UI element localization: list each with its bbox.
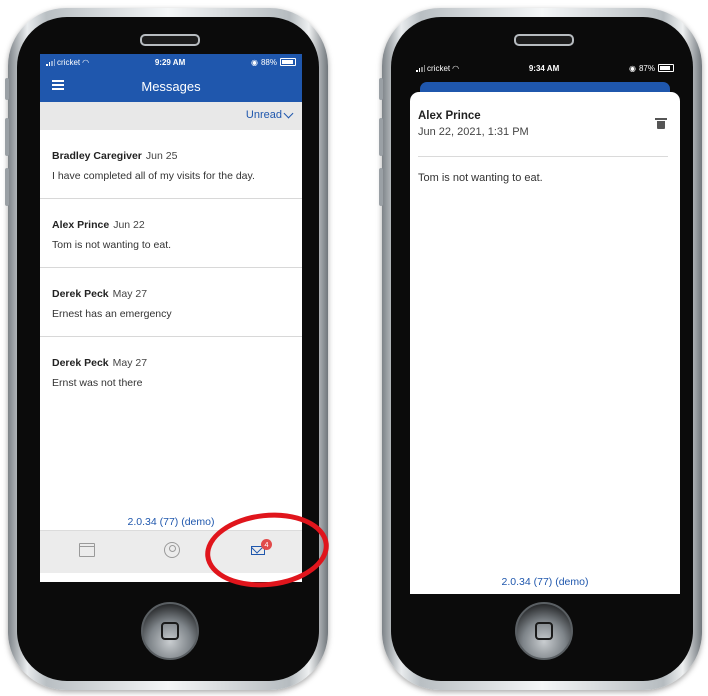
message-preview: Ernest has an emergency <box>52 308 172 320</box>
filter-bar: Unread <box>40 102 302 130</box>
battery-percent: 88% <box>260 57 277 67</box>
status-time: 9:29 AM <box>154 57 186 67</box>
home-button[interactable] <box>141 602 199 660</box>
phone-side-button <box>379 78 383 100</box>
message-preview: Ernst was not there <box>52 377 143 389</box>
message-sender: Derek Peck <box>52 357 109 369</box>
battery-percent: 87% <box>638 63 655 73</box>
wifi-icon: ◠ <box>82 57 90 67</box>
signal-icon <box>46 58 55 66</box>
message-preview: Tom is not wanting to eat. <box>52 239 172 251</box>
message-sender: Bradley Caregiver <box>52 150 142 162</box>
profile-icon <box>164 542 180 558</box>
phone-side-button <box>5 118 9 156</box>
app-version: 2.0.34 (77) (demo) <box>501 576 589 588</box>
alarm-icon: ◉ <box>251 57 258 67</box>
home-square-icon <box>535 622 553 640</box>
menu-icon[interactable] <box>52 80 64 90</box>
screen-left: cricket ◠ 9:29 AM ◉ 88% Messages Unread … <box>40 54 302 582</box>
message-item[interactable]: Bradley Caregiver Jun 25 I have completed… <box>40 130 302 199</box>
status-time: 9:34 AM <box>528 63 560 73</box>
page-title: Messages <box>141 78 201 94</box>
battery-icon <box>280 58 296 66</box>
home-button[interactable] <box>515 602 573 660</box>
phone-side-button <box>379 118 383 156</box>
message-item[interactable]: Derek Peck May 27 Ernest has an emergency <box>40 268 302 337</box>
status-bar: cricket ◠ 9:29 AM ◉ 88% <box>40 54 302 70</box>
detail-body: Tom is not wanting to eat. <box>418 172 543 184</box>
message-preview: I have completed all of my visits for th… <box>52 170 255 182</box>
tab-schedule[interactable] <box>75 539 97 561</box>
wifi-icon: ◠ <box>452 63 460 73</box>
status-bar: cricket ◠ 9:34 AM ◉ 87% <box>410 60 680 76</box>
signal-icon <box>416 64 425 72</box>
message-sender: Alex Prince <box>52 219 110 231</box>
message-date: May 27 <box>112 357 148 369</box>
message-sender: Derek Peck <box>52 288 109 300</box>
message-date: Jun 22 <box>113 219 145 231</box>
message-date: Jun 25 <box>145 150 178 162</box>
home-square-icon <box>161 622 179 640</box>
message-item[interactable]: Derek Peck May 27 Ernst was not there <box>40 337 302 406</box>
speaker-grille <box>140 34 200 46</box>
filter-label: Unread <box>245 109 282 121</box>
calendar-icon <box>79 543 95 557</box>
message-list: Bradley Caregiver Jun 25 I have completed… <box>40 130 302 406</box>
detail-timestamp: Jun 22, 2021, 1:31 PM <box>418 126 529 138</box>
alarm-icon: ◉ <box>629 63 636 73</box>
chevron-down-icon <box>283 108 294 119</box>
message-item[interactable]: Alex Prince Jun 22 Tom is not wanting to … <box>40 199 302 268</box>
phone-side-button <box>379 168 383 206</box>
detail-sender: Alex Prince <box>418 110 481 122</box>
carrier-label: cricket <box>427 63 451 73</box>
tab-profile[interactable] <box>161 539 183 561</box>
battery-icon <box>658 64 674 72</box>
unread-filter-dropdown[interactable]: Unread <box>245 108 294 121</box>
phone-side-button <box>5 168 9 206</box>
phone-side-button <box>5 78 9 100</box>
speaker-grille <box>514 34 574 46</box>
app-header: Messages <box>40 70 302 102</box>
trash-icon[interactable] <box>655 118 667 129</box>
screen-right: cricket ◠ 9:34 AM ◉ 87% Alex Prince Jun … <box>410 60 680 594</box>
message-detail-sheet: Alex Prince Jun 22, 2021, 1:31 PM Tom is… <box>410 92 680 594</box>
carrier-label: cricket <box>57 57 81 67</box>
message-date: May 27 <box>112 288 148 300</box>
divider <box>418 156 668 157</box>
